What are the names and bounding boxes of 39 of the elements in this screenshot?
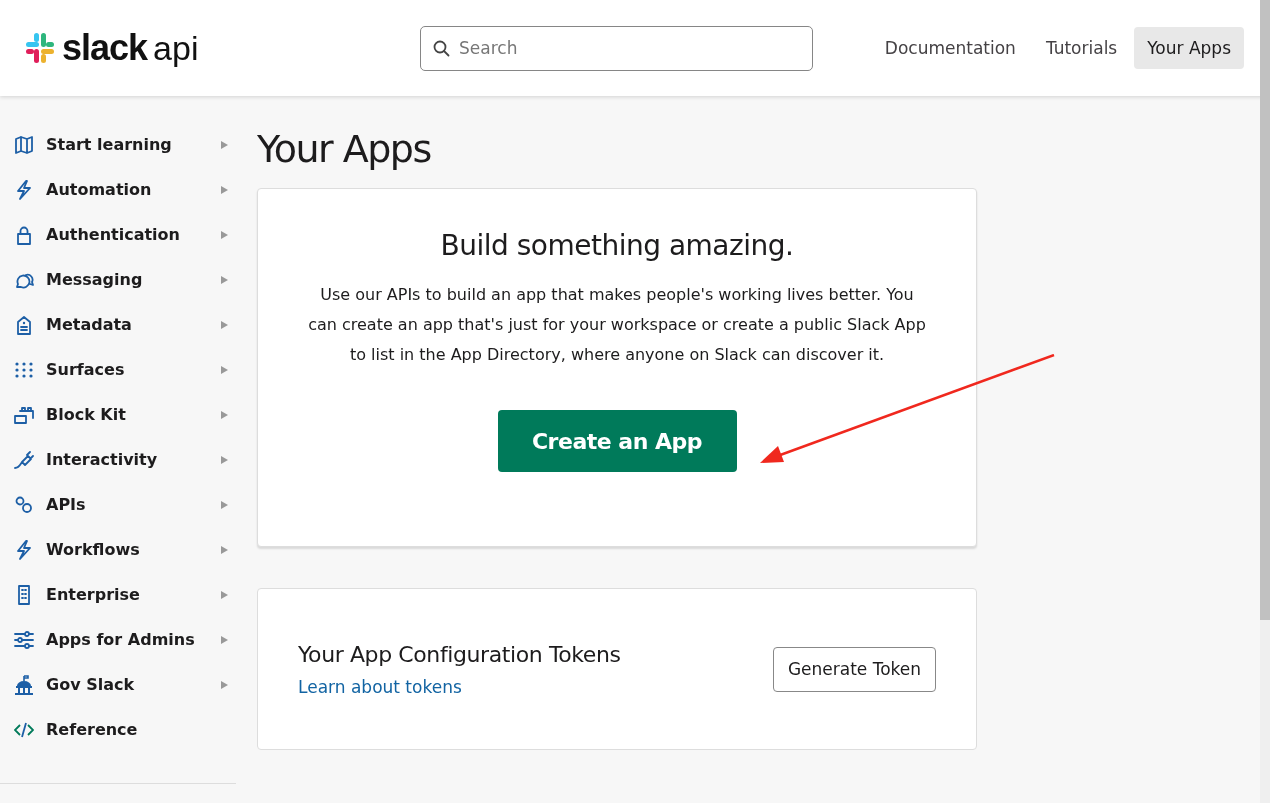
sidebar-item[interactable]: Block Kit	[14, 392, 236, 437]
learn-link[interactable]: Learn about tokens	[298, 676, 462, 697]
card-heading: Build something amazing.	[440, 229, 794, 262]
nav-link[interactable]: Tutorials	[1032, 27, 1131, 69]
scrollbar[interactable]	[1260, 0, 1270, 803]
card-heading: Your App Configuration Tokens	[298, 641, 621, 667]
sidebar-item[interactable]: Authentication	[14, 212, 236, 257]
tag-icon	[14, 314, 34, 335]
sidebar-item[interactable]: Enterprise	[14, 572, 236, 617]
sidebar-item[interactable]: Apps for Admins	[14, 617, 236, 662]
create-app-button[interactable]: Create an App	[497, 410, 737, 472]
scrollbar-thumb[interactable]	[1260, 0, 1270, 620]
sliders-icon	[14, 629, 34, 650]
plug-icon	[14, 449, 34, 470]
capitol-icon	[14, 674, 34, 695]
sidebar-item[interactable]: APIs	[14, 482, 236, 527]
nav-link[interactable]: Documentation	[871, 27, 1029, 69]
sidebar-item[interactable]: Metadata	[14, 302, 236, 347]
sidebar-item[interactable]: Messaging	[14, 257, 236, 302]
sidebar-item[interactable]: Automation	[14, 167, 236, 212]
logo-text: slack	[62, 27, 148, 69]
card-description: Use our APIs to build an app that makes people's working lives better. You can create an app that's just for your workspace or create a public Slack App to list in the App Directory, where anyone on Slack can discover it.	[307, 284, 927, 366]
lightning-icon	[14, 539, 34, 560]
nav-link[interactable]: Your Apps	[1134, 27, 1244, 69]
lock-icon	[14, 224, 34, 245]
generate-token-button[interactable]: Generate Token	[773, 646, 936, 692]
sidebar-item[interactable]: Gov Slack	[14, 662, 236, 707]
sidebar-item[interactable]: Reference	[14, 707, 236, 752]
sidebar-item[interactable]: Workflows	[14, 527, 236, 572]
page-title: Your Apps	[257, 130, 432, 168]
search-field[interactable]: Search	[420, 25, 813, 71]
sidebar-item[interactable]: Interactivity	[14, 437, 236, 482]
map-icon	[14, 134, 34, 155]
blocks-icon	[14, 404, 34, 425]
lightning-icon	[14, 179, 34, 200]
sidebar-item[interactable]: Start learning	[14, 122, 236, 167]
sidebar-item[interactable]: Surfaces	[14, 347, 236, 392]
logo-suffix: api	[153, 28, 199, 68]
logo-icon	[24, 31, 56, 65]
